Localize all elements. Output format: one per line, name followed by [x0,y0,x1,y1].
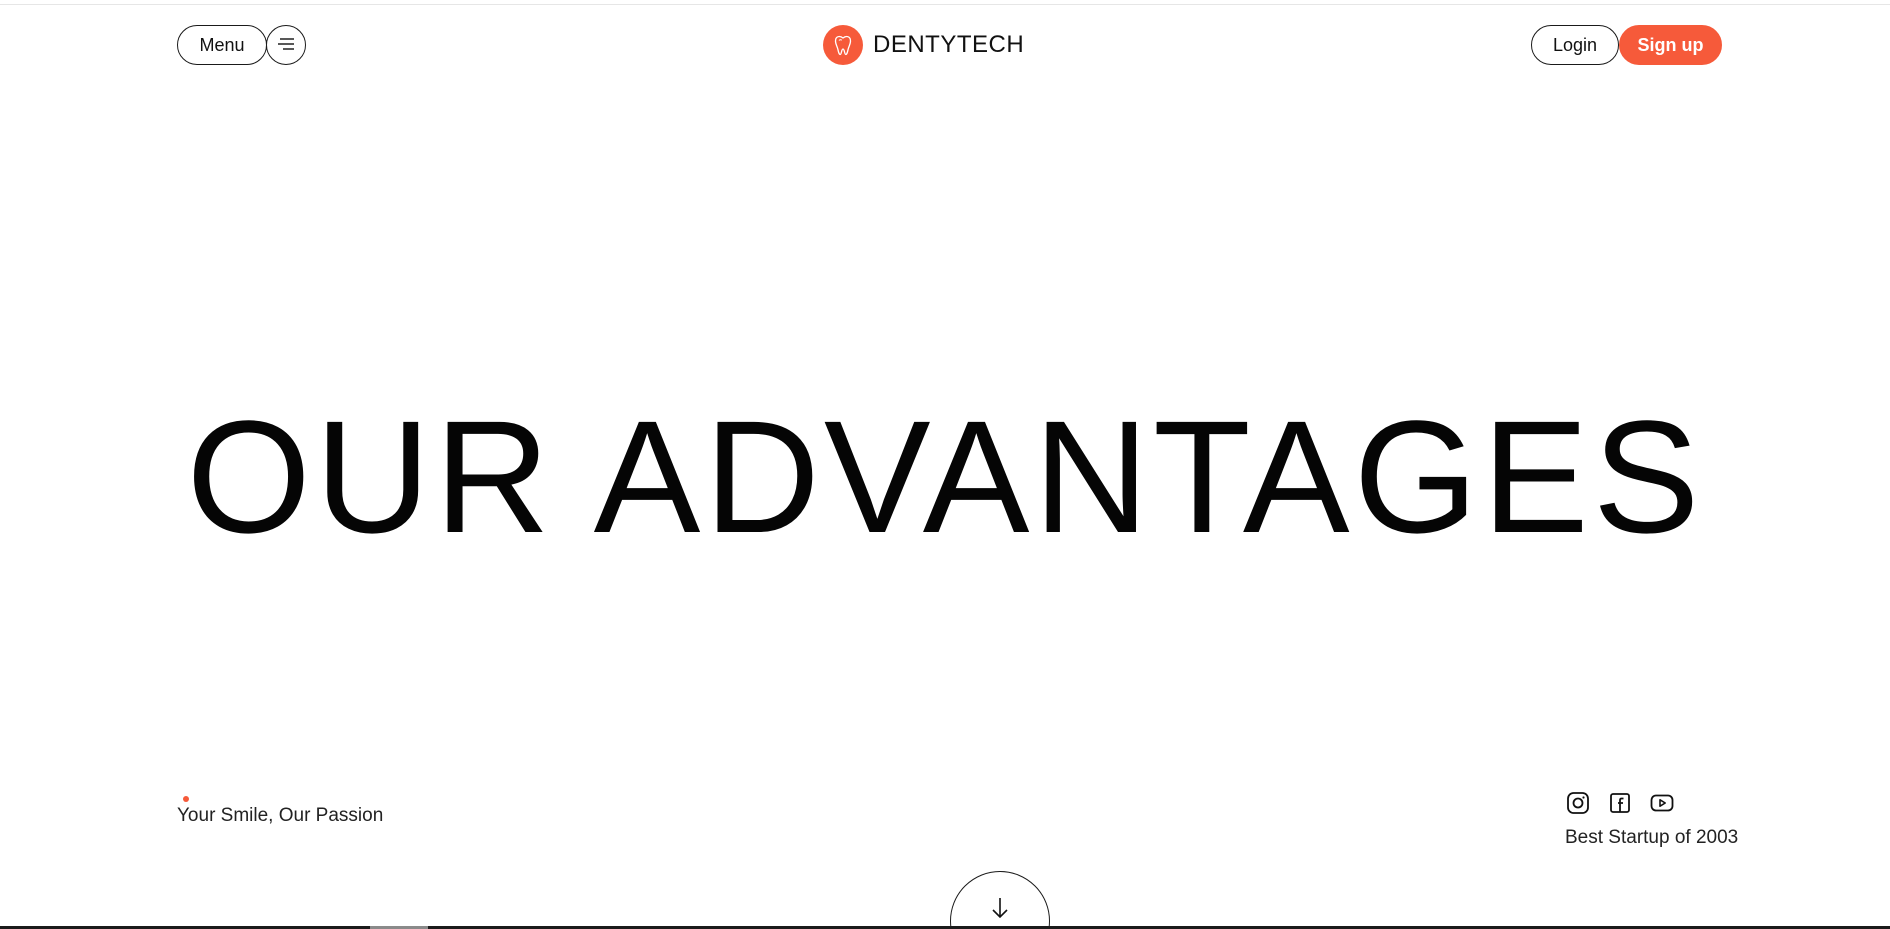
menu-button[interactable]: Menu [177,25,267,65]
brand-name: DENTYTECH [873,31,1025,58]
tooth-icon [823,25,863,65]
login-button[interactable]: Login [1531,25,1619,65]
instagram-icon[interactable] [1565,790,1591,816]
menu-toggle-button[interactable] [266,25,306,65]
login-button-label: Login [1552,34,1598,55]
hamburger-lines-icon [277,35,295,56]
signup-button[interactable]: Sign up [1619,25,1722,65]
brand-logo[interactable]: DENTYTECH [823,25,1024,65]
accent-dot [183,796,189,802]
social-links [1565,790,1675,816]
top-divider [0,4,1890,5]
arrow-down-icon [991,896,1009,925]
award-text: Best Startup of 2003 [1565,827,1739,848]
facebook-icon[interactable] [1607,790,1633,816]
scroll-down-button[interactable] [950,871,1050,929]
tagline: Your Smile, Our Passion [177,805,384,826]
menu-button-label: Menu [199,34,245,55]
landing-page: Menu DENTYTECH Login Sign up OUR ADVANTA… [0,0,1890,929]
signup-button-label: Sign up [1637,34,1704,55]
page-title: OUR ADVANTAGES [186,387,1704,566]
youtube-icon[interactable] [1649,790,1675,816]
